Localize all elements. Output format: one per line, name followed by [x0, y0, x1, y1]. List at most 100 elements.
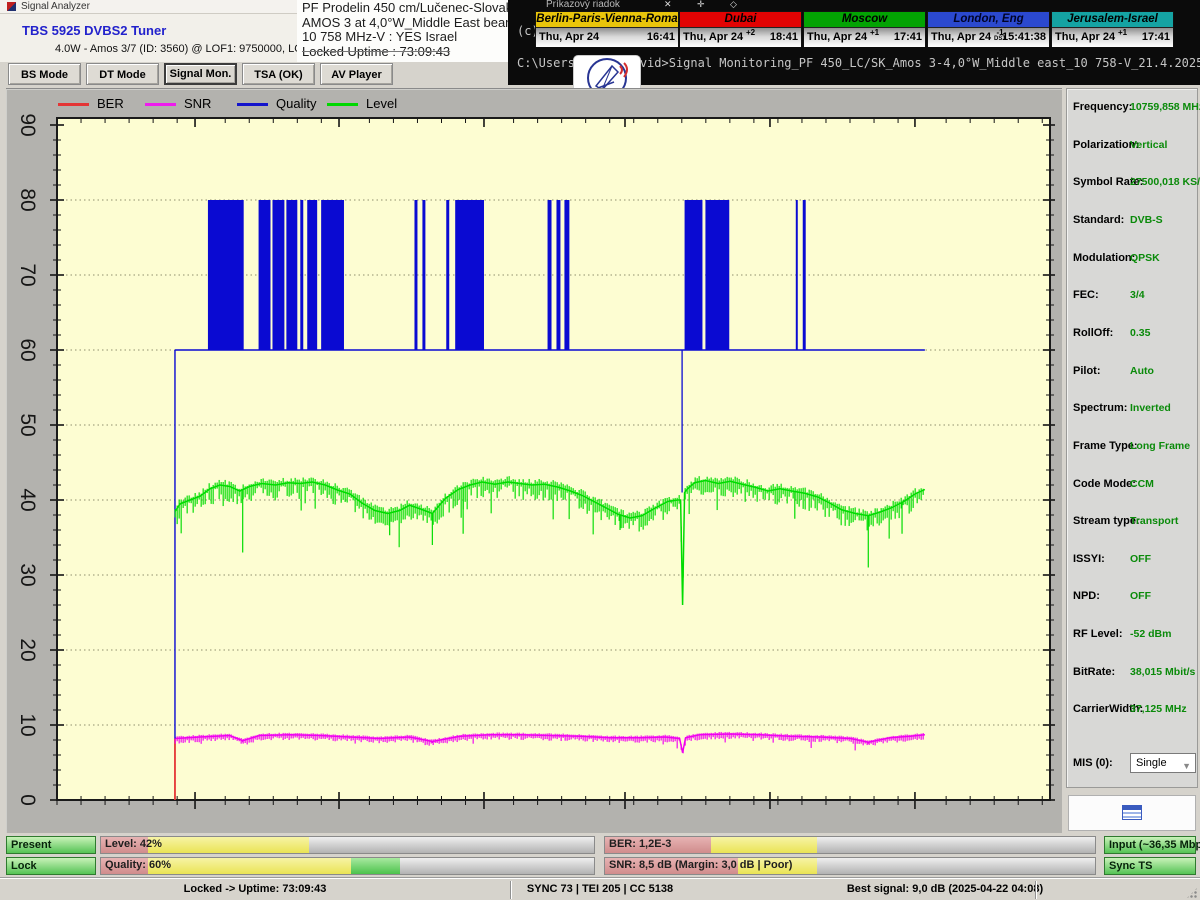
y-tick-label: 90: [15, 104, 39, 146]
clock-city-label: Dubai: [680, 12, 801, 28]
param-value: Transport: [1130, 515, 1178, 527]
level-bar-yellow-segment: [148, 837, 309, 853]
annotation-line: Locked Uptime : 73:09:43: [302, 45, 508, 60]
offset-value: +1: [1118, 29, 1127, 36]
close-icon[interactable]: ✕: [664, 0, 672, 10]
snr-bar-label: SNR: 8,5 dB (Margin: 3,0 dB | Poor): [609, 859, 792, 871]
app-icon: [7, 2, 16, 11]
mis-dropdown[interactable]: Single▼: [1130, 753, 1196, 773]
tab-signal-mon[interactable]: Signal Mon.: [164, 63, 237, 85]
pin-icon[interactable]: ✛: [697, 0, 705, 10]
param-row-pilot: Pilot: Auto: [1073, 365, 1195, 379]
annotation-panel: PF Prodelin 450 cm/Lučenec-SlovakiaAMOS …: [297, 0, 508, 62]
signal-plot: [50, 105, 1055, 815]
param-row-issyi: ISSYI:OFF: [1073, 553, 1195, 567]
clock-berlin-paris-vienna-roma[interactable]: Berlin-Paris-Vienna-Roma Thu, Apr 24 16:41: [535, 11, 679, 47]
param-row-rolloff: RollOff:0.35: [1073, 327, 1195, 341]
param-label: Spectrum:: [1073, 402, 1127, 414]
y-tick-label: 60: [15, 329, 39, 371]
transponder-parameters-panel: Frequency:10759,858 MHz Polarization:Vert…: [1066, 88, 1198, 788]
settings-icon[interactable]: ◇: [730, 0, 737, 10]
param-label: MIS (0):: [1073, 757, 1113, 769]
param-value: OFF: [1130, 590, 1151, 602]
clock-city-label: Moscow: [804, 12, 925, 28]
clock-time: 16:41: [647, 31, 675, 43]
app-title: Signal Analyzer: [21, 1, 90, 12]
tab-av-player[interactable]: AV Player: [320, 63, 393, 85]
param-row-code-mode: Code Mode:CCM: [1073, 478, 1195, 492]
y-tick-label: 30: [15, 554, 39, 596]
annotation-line: AMOS 3 at 4,0°W_Middle East beam: [302, 16, 508, 31]
clock-time-row: Thu, Apr 24-1DST15:41:38: [928, 28, 1049, 47]
clock-date: Thu, Apr 24: [807, 31, 867, 43]
clock-time: 15:41:38: [1002, 31, 1046, 43]
param-row-symbol-rate: Symbol Rate:27500,018 KS/s: [1073, 176, 1195, 190]
param-value: QPSK: [1130, 252, 1160, 264]
param-label: Modulation:: [1073, 252, 1135, 264]
param-row-polarization: Polarization:Vertical: [1073, 139, 1195, 153]
offset-value: +2: [746, 29, 755, 36]
quality-bar-label: Quality: 60%: [105, 859, 171, 871]
annotation-line: 10 758 MHz-V : YES Israel: [302, 30, 508, 45]
y-tick-label: 10: [15, 704, 39, 746]
clock-time: 17:41: [894, 31, 922, 43]
clock-city-label: Berlin-Paris-Vienna-Roma: [536, 12, 678, 28]
clock-moscow[interactable]: Moscow Thu, Apr 24+1 17:41: [803, 11, 926, 47]
param-value: Vertical: [1130, 139, 1167, 151]
param-value: 37,125 MHz: [1130, 703, 1187, 715]
param-row-spectrum: Spectrum:Inverted: [1073, 402, 1195, 416]
terminal-title: Príkazový riadok: [546, 0, 620, 10]
clock-date: Thu, Apr 24: [683, 31, 743, 43]
offset-value: +1: [870, 29, 879, 36]
level-progressbar: Level: 42%: [100, 836, 595, 854]
param-row-mis: MIS (0):Single▼: [1073, 757, 1195, 771]
annotation-line: PF Prodelin 450 cm/Lučenec-Slovakia: [302, 1, 508, 16]
clock-dubai[interactable]: Dubai Thu, Apr 24+2 18:41: [679, 11, 802, 47]
input-bitrate-badge: Input (~36,35 Mbps): [1104, 836, 1196, 854]
param-row-frame-type: Frame Type:Long Frame: [1073, 440, 1195, 454]
param-row-rf-level: RF Level:-52 dBm: [1073, 628, 1195, 642]
statusbar-sync-counters: SYNC 73 | TEI 205 | CC 5138: [527, 883, 673, 895]
param-label: Frame Type:: [1073, 440, 1138, 452]
tab-dt-mode[interactable]: DT Mode: [86, 63, 159, 85]
y-tick-label: 40: [15, 479, 39, 521]
ber-bar-label: BER: 1,2E-3: [609, 838, 671, 850]
tuner-name: TBS 5925 DVBS2 Tuner: [22, 23, 166, 38]
clock-date: Thu, Apr 24: [539, 31, 599, 43]
param-value: Auto: [1130, 365, 1154, 377]
param-value: Long Frame: [1130, 440, 1190, 452]
quality-bar-yellow-segment: [148, 858, 351, 874]
param-row-modulation: Modulation:QPSK: [1073, 252, 1195, 266]
clock-jerusalem-israel[interactable]: Jerusalem-IsraelThu, Apr 24+117:41: [1051, 11, 1174, 47]
mis-selected-value: Single: [1136, 757, 1167, 769]
ber-progressbar: BER: 1,2E-3: [604, 836, 1096, 854]
clock-london-eng[interactable]: London, EngThu, Apr 24-1DST15:41:38: [927, 11, 1050, 47]
level-bar-label: Level: 42%: [105, 838, 162, 850]
param-row-carrierwidth: CarrierWidth:37,125 MHz: [1073, 703, 1195, 717]
param-value: Inverted: [1130, 402, 1171, 414]
param-row-stream-type: Stream type:Transport: [1073, 515, 1195, 529]
lock-badge: Lock: [6, 857, 96, 875]
param-label: NPD:: [1073, 590, 1100, 602]
param-label: ISSYI:: [1073, 553, 1105, 565]
desktop: Signal Analyzer TBS 5925 DVBS2 Tuner 4.0…: [0, 0, 1200, 900]
resize-grip[interactable]: [1186, 887, 1198, 899]
clock-time-row: Thu, Apr 24 16:41: [536, 28, 678, 47]
statusbar-divider: [510, 881, 512, 899]
list-icon: [1122, 805, 1142, 820]
sidebar-bottom-button[interactable]: [1068, 795, 1196, 831]
clock-time: 18:41: [770, 31, 798, 43]
param-label: Pilot:: [1073, 365, 1101, 377]
param-label: RF Level:: [1073, 628, 1123, 640]
param-value: 10759,858 MHz: [1130, 101, 1200, 113]
statusbar-uptime: Locked -> Uptime: 73:09:43: [184, 883, 327, 895]
statusbar: Locked -> Uptime: 73:09:43 SYNC 73 | TEI…: [0, 878, 1200, 900]
param-row-frequency: Frequency:10759,858 MHz: [1073, 101, 1195, 115]
y-tick-label: 50: [15, 404, 39, 446]
tab-tsa-ok[interactable]: TSA (OK): [242, 63, 315, 85]
param-value: 3/4: [1130, 289, 1145, 301]
clock-time: 17:41: [1142, 31, 1170, 43]
tab-bs-mode[interactable]: BS Mode: [8, 63, 81, 85]
statusbar-best-signal: Best signal: 9,0 dB (2025-04-22 04:08): [847, 883, 1043, 895]
clock-utc-offset: +2: [746, 29, 755, 36]
